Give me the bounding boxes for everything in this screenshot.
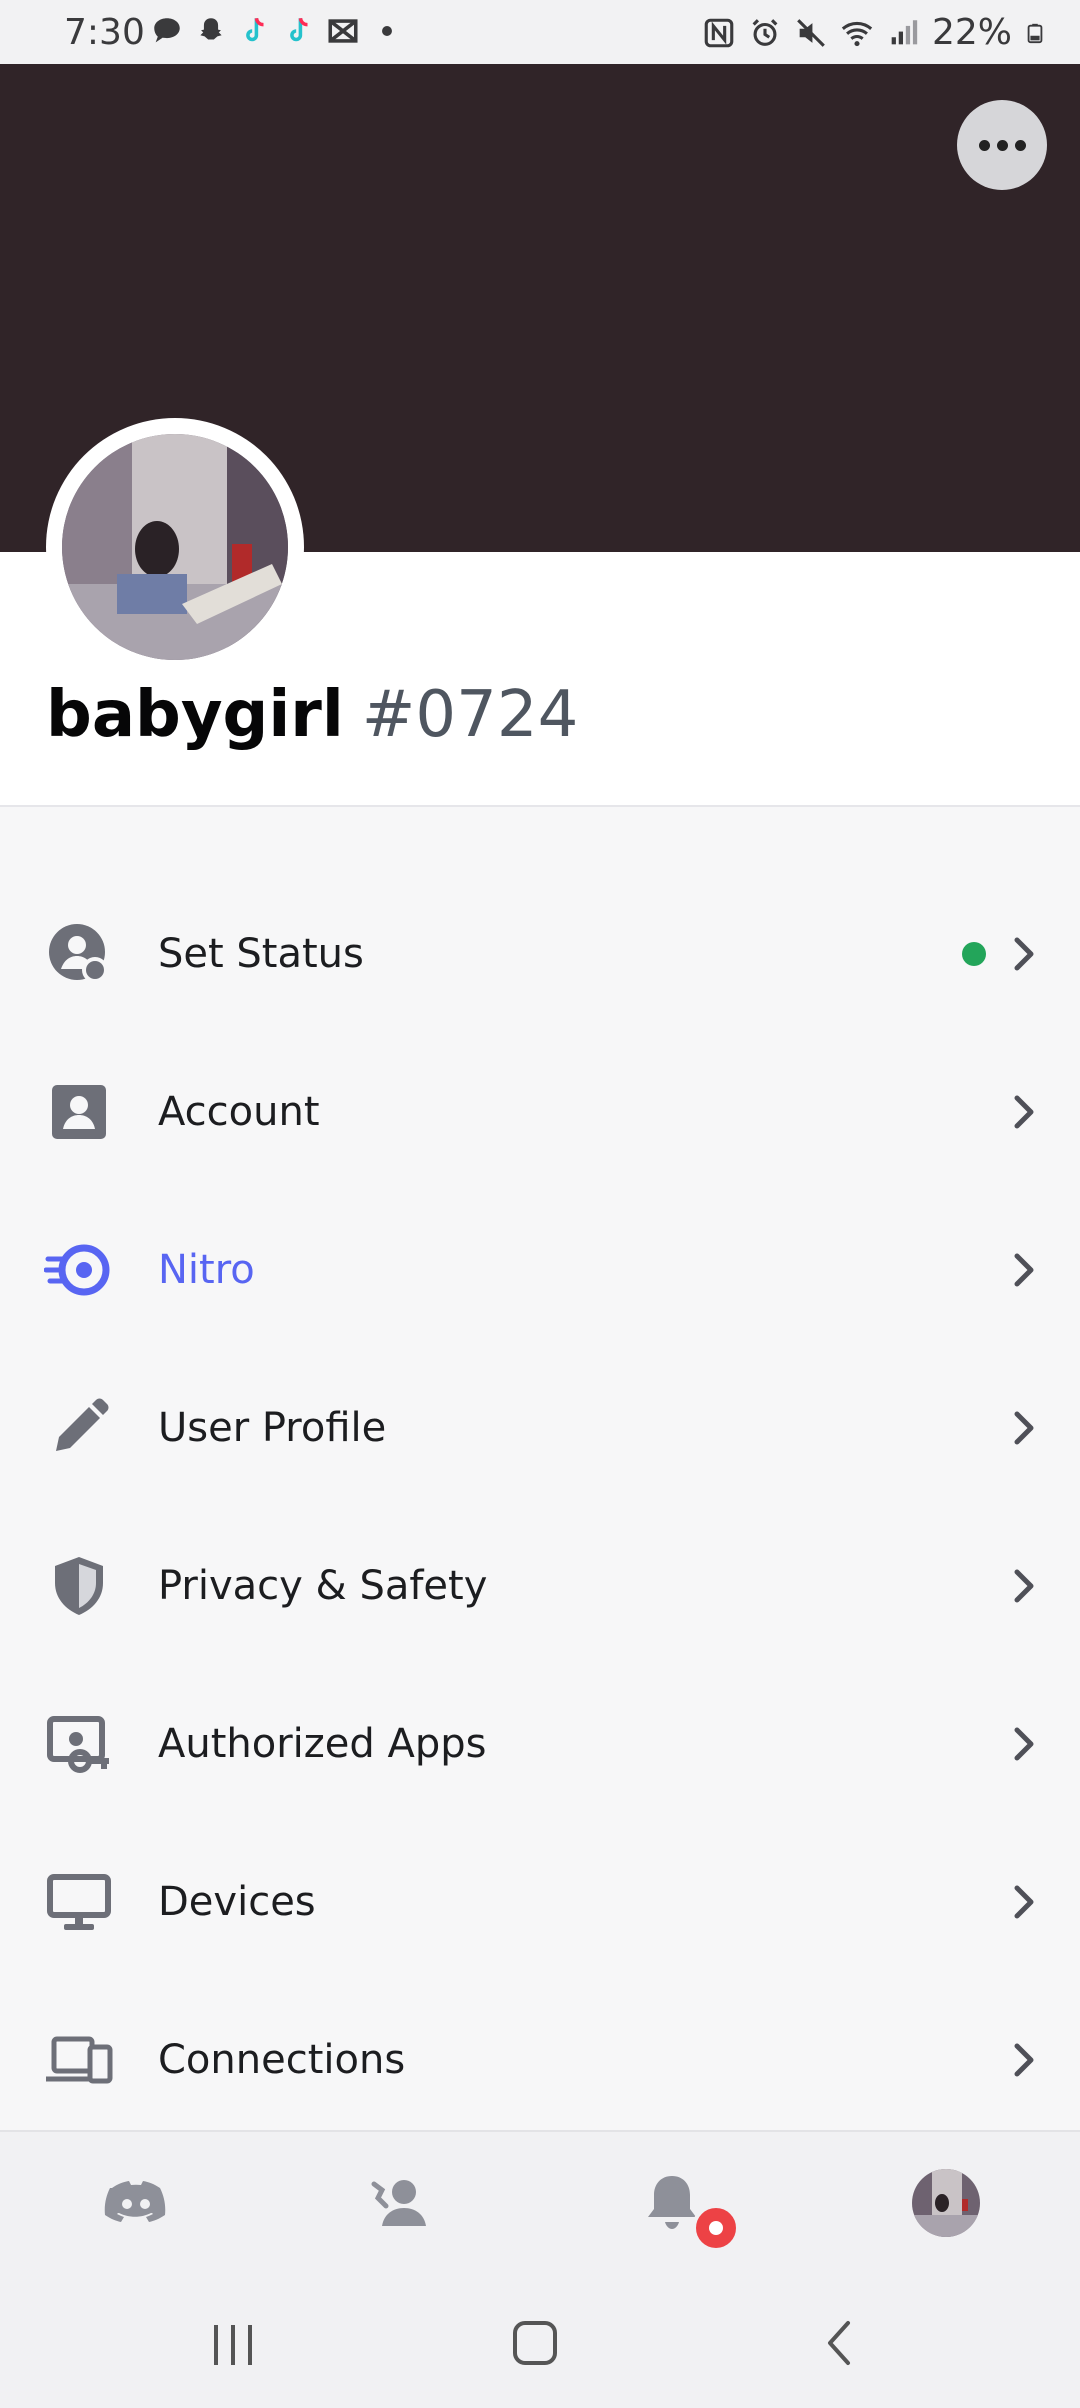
avatar-photo [912,2169,980,2237]
tiktok-icon [290,17,308,42]
menu-item-set-status[interactable]: Set Status [0,875,1080,1033]
battery-percent: 22% [931,12,1012,53]
clock: 7:30 [64,12,145,53]
chevron-right-icon [1014,1095,1034,1129]
battery-icon [1027,23,1043,43]
pencil-icon [56,1398,109,1451]
account-icon [52,1085,106,1139]
menu-item-privacy-safety[interactable]: Privacy & Safety [0,1507,1080,1665]
tiktok-icon [246,17,264,42]
shield-icon [55,1557,103,1615]
settings-menu: Set Status Account Nitro User Profile Pr… [0,875,1080,2139]
chevron-right-icon [1014,2043,1034,2077]
bottom-navigation [0,2130,1080,2282]
chevron-right-icon [1014,937,1034,971]
system-navigation-bar [0,2280,1080,2408]
tab-friends[interactable] [360,2164,440,2244]
nitro-icon [44,1244,110,1296]
tab-profile-avatar[interactable] [912,2169,980,2237]
username-line: babygirl #0724 [46,678,578,752]
capcut-icon [328,19,358,43]
menu-label: Authorized Apps [158,1721,487,1767]
chat-bubble-icon [154,18,180,43]
menu-item-user-profile[interactable]: User Profile [0,1349,1080,1507]
chevron-right-icon [1014,1727,1034,1761]
online-status-dot [962,942,986,966]
tab-home[interactable] [96,2164,176,2244]
menu-label: Account [158,1089,320,1135]
notification-icons [150,14,404,48]
connections-icon [46,2036,113,2084]
status-icon [49,924,108,983]
menu-label: Privacy & Safety [158,1563,488,1609]
alarm-icon [752,18,778,46]
recent-apps-button[interactable] [208,2320,258,2370]
menu-label: Connections [158,2037,406,2083]
avatar-photo [62,434,288,660]
notification-badge [692,2204,740,2252]
chevron-right-icon [1014,1253,1034,1287]
more-dot [1014,139,1026,151]
mute-icon [797,18,825,47]
system-indicators: 22% [702,12,1046,53]
signal-icon [891,19,918,44]
badge-dot [709,2221,723,2235]
chevron-right-icon [1014,1411,1034,1445]
snapchat-icon [200,18,222,40]
back-button[interactable] [820,2318,860,2368]
menu-item-nitro[interactable]: Nitro [0,1191,1080,1349]
chevron-right-icon [1014,1569,1034,1603]
menu-label: Set Status [158,931,364,977]
menu-item-connections[interactable]: Connections [0,1981,1080,2139]
menu-label: Nitro [158,1247,255,1293]
menu-item-devices[interactable]: Devices [0,1823,1080,1981]
wifi-icon [841,21,873,46]
chevron-right-icon [1014,1885,1034,1919]
menu-label: Devices [158,1879,316,1925]
dot-icon [382,26,392,36]
more-dot [978,139,990,151]
menu-label: User Profile [158,1405,387,1451]
more-options-button[interactable] [957,100,1047,190]
authorized-apps-icon [47,1716,109,1773]
monitor-icon [47,1874,111,1930]
discord-logo-icon [104,2181,166,2222]
menu-item-account[interactable]: Account [0,1033,1080,1191]
more-dot [996,139,1008,151]
discriminator: #0724 [361,678,579,752]
home-button[interactable] [510,2318,560,2368]
friends-icon [371,2180,426,2226]
menu-item-authorized-apps[interactable]: Authorized Apps [0,1665,1080,1823]
username: babygirl [46,678,344,752]
avatar[interactable] [62,434,288,660]
nfc-icon [704,18,734,47]
status-bar: 7:30 22% [0,0,1080,64]
